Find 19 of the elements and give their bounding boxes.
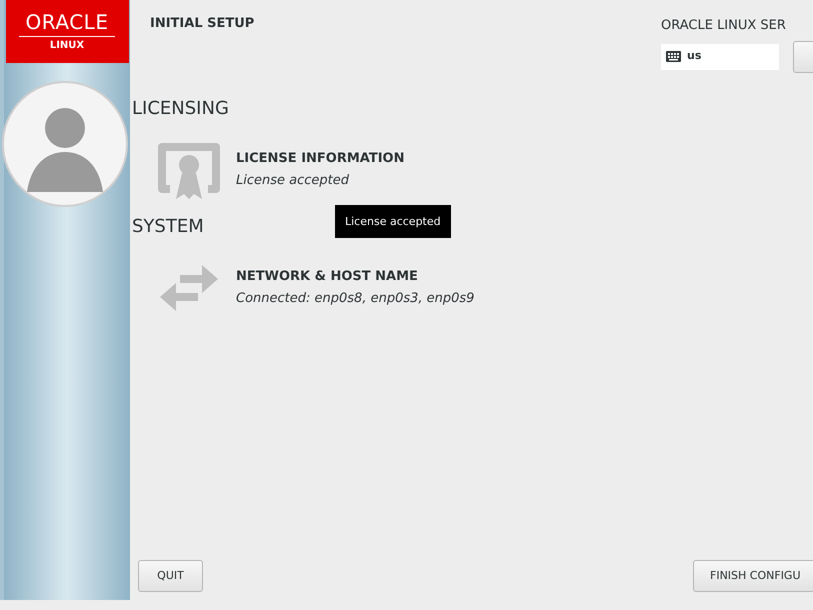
finish-configuration-button[interactable]: FINISH CONFIGU	[693, 560, 813, 592]
hub-spoke[interactable]: NETWORK & HOST NAME Connected: enp0s8, enp0s3, enp0s9	[158, 258, 488, 316]
brand-product: LINUX	[50, 41, 84, 51]
spoke-title: LICENSE INFORMATION	[236, 150, 404, 168]
tooltip: License accepted	[335, 205, 451, 238]
hub-spoke[interactable]: LICENSE INFORMATION License accepted	[158, 140, 488, 198]
spoke-status: License accepted	[236, 172, 350, 190]
quit-button[interactable]: QUIT	[138, 560, 203, 592]
keyboard-layout-field[interactable]: us	[661, 44, 779, 70]
spoke-title: NETWORK & HOST NAME	[236, 268, 419, 286]
keyboard-icon	[666, 51, 681, 62]
brand-name: ORACLE	[26, 12, 108, 32]
keyboard-layout: us	[687, 48, 702, 64]
page-title: INITIAL SETUP	[150, 15, 254, 33]
section-title: SYSTEM	[132, 214, 204, 238]
product-title: ORACLE LINUX SER	[661, 17, 787, 35]
spoke-status: Connected: enp0s8, enp0s3, enp0s9	[236, 290, 474, 308]
section-title: LICENSING	[132, 96, 229, 120]
certificate-icon	[158, 140, 220, 198]
